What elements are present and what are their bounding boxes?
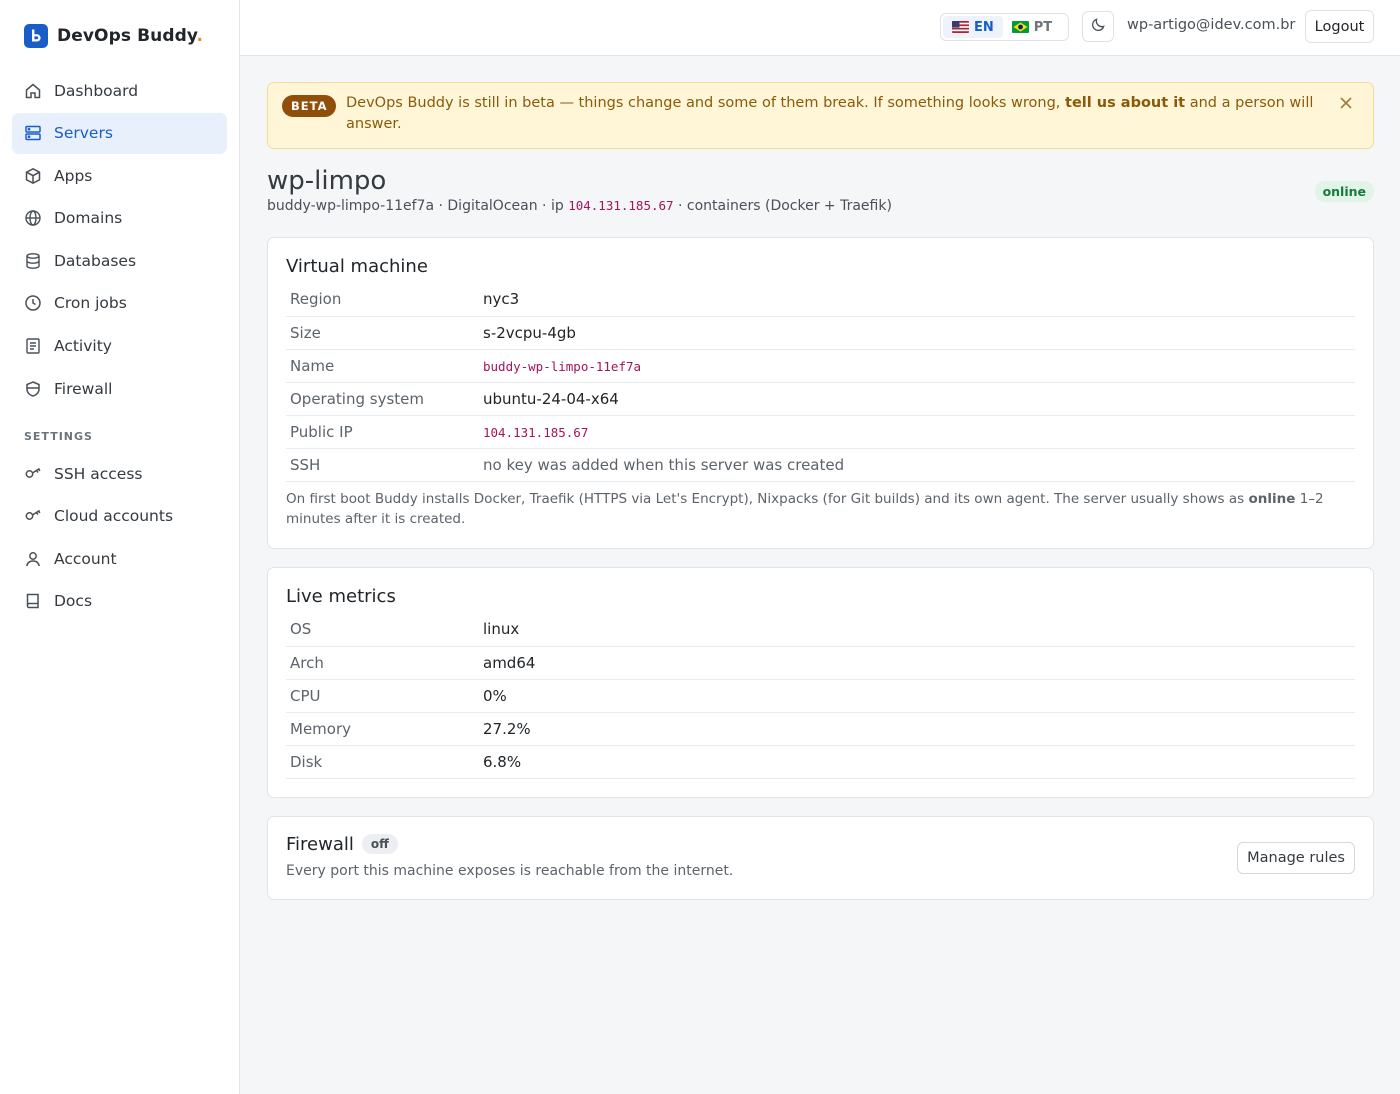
sidebar-item-label: Cron jobs (54, 294, 127, 313)
beta-banner: BETA DevOps Buddy is still in beta — thi… (267, 82, 1374, 149)
firewall-card: Firewall off Every port this machine expo… (267, 816, 1374, 900)
sidebar-item-label: Databases (54, 251, 137, 270)
user-icon (24, 550, 42, 568)
us-flag-icon (952, 21, 969, 33)
sidebar-item-label: Domains (54, 209, 123, 228)
sidebar-item-dashboard[interactable]: Dashboard (12, 70, 227, 111)
firewall-status-badge: off (361, 834, 398, 854)
brand-logo-icon (24, 24, 48, 48)
database-icon (24, 252, 42, 270)
box-icon (24, 167, 42, 185)
key-icon (24, 507, 42, 525)
sidebar-item-docs[interactable]: Docs (12, 581, 227, 622)
brand[interactable]: DevOps Buddy. (24, 24, 203, 48)
sidebar-item-label: Apps (54, 166, 93, 185)
virtual-machine-card: Virtual machine Region nyc3 Size s-2vcpu-4… (267, 237, 1374, 549)
settings-heading: SETTINGS (24, 430, 93, 443)
card-title: Virtual machine (286, 256, 428, 277)
sidebar-item-label: Cloud accounts (54, 507, 174, 526)
sidebar-item-account[interactable]: Account (12, 538, 227, 579)
table-row: Arch amd64 (286, 646, 1355, 680)
sidebar-item-activity[interactable]: Activity (12, 326, 227, 367)
sidebar-item-label: Activity (54, 337, 112, 356)
sidebar: DevOps Buddy. Dashboard Servers Apps Dom… (0, 0, 240, 1094)
table-row: OS linux (286, 613, 1355, 647)
sidebar-item-databases[interactable]: Databases (12, 240, 227, 281)
sidebar-item-label: SSH access (54, 464, 143, 483)
sidebar-item-label: Firewall (54, 379, 113, 398)
user-email: wp-artigo@idev.com.br (1127, 17, 1296, 33)
manage-rules-button[interactable]: Manage rules (1237, 842, 1355, 874)
language-en-label: EN (974, 19, 994, 35)
sidebar-item-cloud-accounts[interactable]: Cloud accounts (12, 496, 227, 537)
table-row: Disk 6.8% (286, 745, 1355, 779)
table-row: SSH no key was added when this server was… (286, 448, 1355, 482)
sidebar-item-label: Dashboard (54, 81, 139, 100)
page-title: wp-limpo (267, 166, 387, 196)
shield-icon (24, 380, 42, 398)
sidebar-item-domains[interactable]: Domains (12, 198, 227, 239)
globe-icon (24, 209, 42, 227)
firewall-description: Every port this machine exposes is reach… (286, 863, 734, 879)
table-row: Public IP 104.131.185.67 (286, 415, 1355, 449)
settings-nav: SSH access Cloud accounts Account Docs (12, 453, 227, 623)
sidebar-item-apps[interactable]: Apps (12, 155, 227, 196)
home-icon (24, 82, 42, 100)
beta-message: DevOps Buddy is still in beta — things c… (346, 95, 1314, 132)
card-title: Live metrics (286, 586, 396, 607)
status-badge: online (1314, 181, 1374, 202)
sidebar-item-cron-jobs[interactable]: Cron jobs (12, 283, 227, 324)
close-icon[interactable] (1337, 94, 1355, 112)
sidebar-item-ssh-access[interactable]: SSH access (12, 453, 227, 494)
sidebar-item-label: Servers (54, 124, 113, 143)
language-pt-button[interactable]: PT (1003, 16, 1061, 38)
table-row: CPU 0% (286, 679, 1355, 713)
server-subtitle: buddy-wp-limpo-11ef7a · DigitalOcean · i… (267, 198, 892, 214)
server-icon (24, 124, 42, 142)
card-title: Firewall off (286, 834, 398, 855)
sidebar-nav: Dashboard Servers Apps Domains Databases… (12, 70, 227, 411)
table-row: Operating system ubuntu-24-04-x64 (286, 382, 1355, 416)
table-row: Region nyc3 (286, 283, 1355, 317)
language-switcher: EN PT (940, 13, 1069, 41)
vm-note: On first boot Buddy installs Docker, Tra… (286, 491, 1324, 527)
brazil-flag-icon (1011, 21, 1029, 33)
beta-badge: BETA (282, 95, 337, 117)
table-row: Memory 27.2% (286, 712, 1355, 746)
live-metrics-card: Live metrics OS linux Arch amd64 CPU 0% Mem… (267, 567, 1374, 798)
moon-icon (1091, 17, 1106, 36)
metrics-table: OS linux Arch amd64 CPU 0% Memory 27.2% Disk… (286, 613, 1355, 779)
topbar: EN PT wp-artigo@idev.com.br Logout (240, 0, 1400, 56)
brand-name: DevOps Buddy. (57, 26, 204, 46)
table-row: Size s-2vcpu-4gb (286, 316, 1355, 350)
server-ip: 104.131.185.67 (568, 198, 674, 213)
clock-icon (24, 294, 42, 312)
logout-button[interactable]: Logout (1305, 10, 1374, 43)
language-en-button[interactable]: EN (943, 16, 1003, 38)
main-content: BETA DevOps Buddy is still in beta — thi… (267, 82, 1374, 900)
table-row: Name buddy-wp-limpo-11ef7a (286, 349, 1355, 383)
theme-toggle-button[interactable] (1082, 11, 1114, 42)
language-pt-label: PT (1033, 19, 1053, 35)
vm-details-table: Region nyc3 Size s-2vcpu-4gb Name buddy-wp-… (286, 283, 1355, 482)
list-icon (24, 337, 42, 355)
book-icon (24, 592, 42, 610)
feedback-link[interactable]: tell us about it (1065, 95, 1185, 111)
server-header: wp-limpo buddy-wp-limpo-11ef7a · Digital… (267, 149, 1374, 237)
sidebar-item-servers[interactable]: Servers (12, 112, 227, 154)
sidebar-item-label: Docs (54, 592, 93, 611)
sidebar-item-firewall[interactable]: Firewall (12, 368, 227, 409)
sidebar-item-label: Account (54, 549, 117, 568)
key-icon (24, 465, 42, 483)
